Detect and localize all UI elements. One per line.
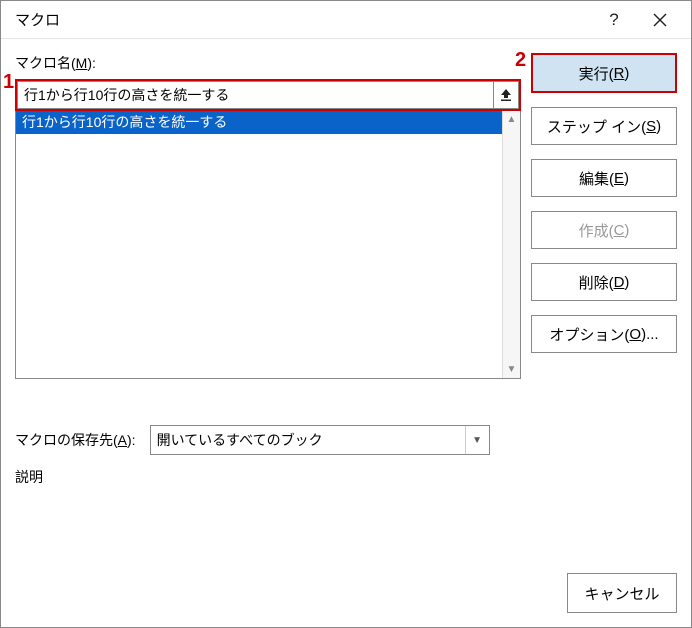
titlebar: マクロ ? bbox=[1, 1, 691, 39]
scrollbar[interactable]: ▲ ▼ bbox=[502, 110, 520, 378]
scroll-up-icon[interactable]: ▲ bbox=[503, 110, 520, 128]
dialog-content: 1 2 マクロ名(M): 行1から行10行の高さを統一する bbox=[1, 39, 691, 627]
create-button: 作成(C) bbox=[531, 211, 677, 249]
list-item[interactable]: 行1から行10行の高さを統一する bbox=[16, 110, 502, 134]
storage-combobox[interactable]: 開いているすべてのブック ▼ bbox=[150, 425, 490, 455]
options-button[interactable]: オプション(O)... bbox=[531, 315, 677, 353]
help-button[interactable]: ? bbox=[591, 5, 637, 35]
right-column: 実行(R) ステップ イン(S) 編集(E) 作成(C) 削除(D) オプション… bbox=[531, 53, 677, 379]
macro-list-inner: 行1から行10行の高さを統一する bbox=[16, 110, 502, 378]
left-column: マクロ名(M): 行1から行10行の高さを統一する ▲ ▼ bbox=[15, 53, 521, 379]
step-in-button[interactable]: ステップ イン(S) bbox=[531, 107, 677, 145]
macro-name-input[interactable] bbox=[17, 81, 493, 109]
storage-label: マクロの保存先(A): bbox=[15, 430, 136, 450]
close-button[interactable] bbox=[637, 5, 683, 35]
macro-name-label: マクロ名(M): bbox=[15, 53, 521, 73]
macro-name-input-wrap bbox=[15, 79, 521, 111]
scroll-down-icon[interactable]: ▼ bbox=[503, 360, 520, 378]
footer: キャンセル bbox=[15, 573, 677, 613]
run-button[interactable]: 実行(R) bbox=[531, 53, 677, 93]
storage-row: マクロの保存先(A): 開いているすべてのブック ▼ bbox=[15, 425, 677, 455]
edit-button[interactable]: 編集(E) bbox=[531, 159, 677, 197]
chevron-down-icon: ▼ bbox=[465, 426, 489, 454]
top-row: マクロ名(M): 行1から行10行の高さを統一する ▲ ▼ bbox=[15, 53, 677, 379]
delete-button[interactable]: 削除(D) bbox=[531, 263, 677, 301]
storage-value: 開いているすべてのブック bbox=[157, 430, 323, 450]
dialog-title: マクロ bbox=[15, 9, 591, 30]
close-icon bbox=[653, 13, 667, 27]
go-up-button[interactable] bbox=[493, 81, 519, 109]
annotation-1: 1 bbox=[3, 71, 14, 94]
macro-dialog: マクロ ? 1 2 マクロ名(M): 行1から行1 bbox=[0, 0, 692, 628]
description-label: 説明 bbox=[15, 467, 677, 487]
macro-listbox[interactable]: 行1から行10行の高さを統一する ▲ ▼ bbox=[15, 109, 521, 379]
cancel-button[interactable]: キャンセル bbox=[567, 573, 677, 613]
arrow-up-icon bbox=[500, 88, 512, 102]
